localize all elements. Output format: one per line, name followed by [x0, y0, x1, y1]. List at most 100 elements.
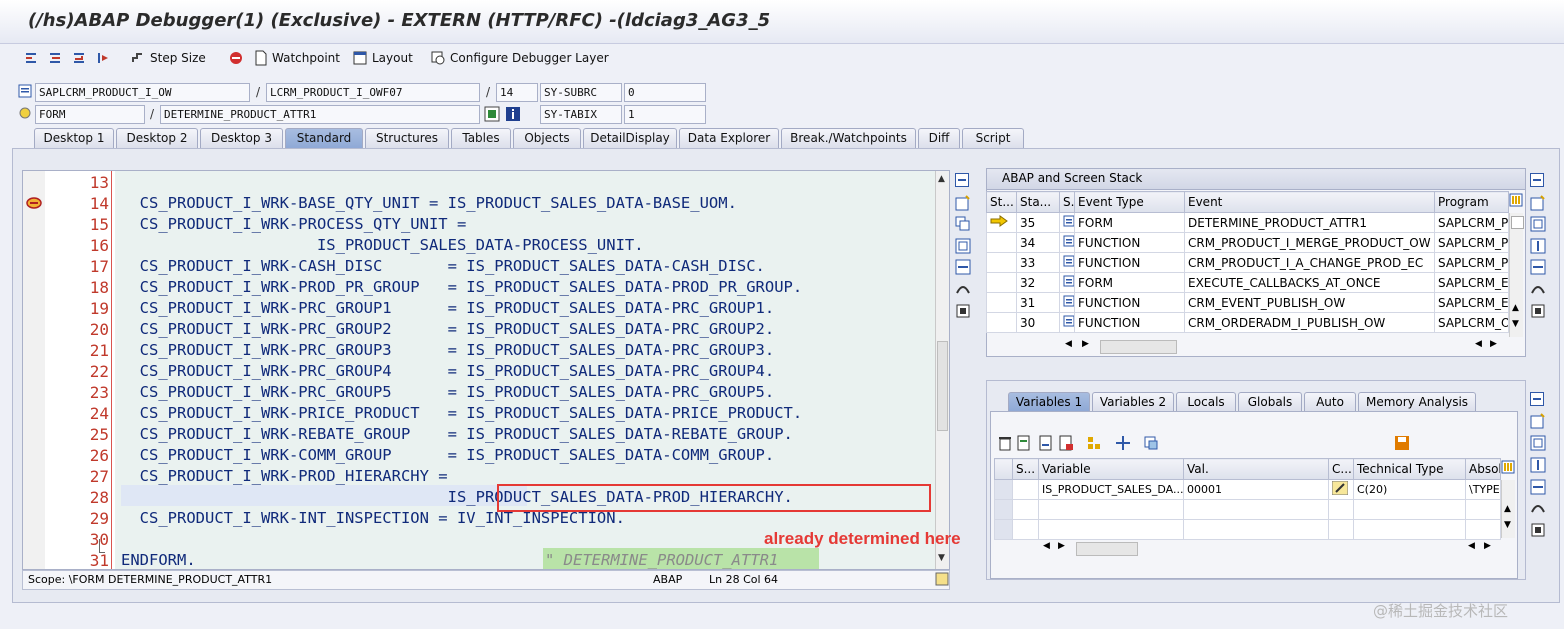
tab-script[interactable]: Script — [962, 128, 1024, 148]
swap-icon[interactable] — [1530, 259, 1546, 278]
stack-table[interactable]: St... Sta... S... Event Type Event Progr… — [986, 191, 1509, 333]
scroll-down-arrow[interactable]: ▼ — [1512, 319, 1519, 329]
variables-vertical-scrollbar[interactable]: ▲ ▼ — [1501, 480, 1515, 538]
table-row[interactable]: 34 FUNCTION CRM_PRODUCT_I_MERGE_PRODUCT_OW… — [986, 232, 1509, 253]
table-row[interactable]: 31 FUNCTION CRM_EVENT_PUBLISH_OW SAPLCRM_E — [986, 292, 1509, 313]
column-settings-icon[interactable] — [1509, 193, 1523, 210]
swap-icon[interactable] — [1530, 479, 1546, 498]
continue-icon[interactable] — [96, 48, 112, 68]
col-event-type[interactable]: Event Type — [1074, 191, 1185, 213]
close-icon[interactable] — [955, 173, 969, 187]
scroll-down-arrow[interactable]: ▼ — [1504, 520, 1511, 530]
scroll-up-arrow[interactable]: ▲ — [938, 174, 948, 186]
export-icon[interactable] — [1058, 435, 1074, 454]
swap-icon[interactable] — [955, 259, 971, 278]
cell-variable[interactable]: IS_PRODUCT_SALES_DA... — [1038, 479, 1184, 500]
col-s[interactable]: S... — [1012, 458, 1039, 480]
watchpoint-button[interactable]: Watchpoint — [254, 48, 340, 68]
navigate-icon[interactable] — [484, 106, 500, 125]
code-line[interactable]: CS_PRODUCT_I_WRK-PRC_GROUP1 = IS_PRODUCT… — [121, 299, 775, 317]
col-value[interactable]: Val. — [1183, 458, 1329, 480]
scroll-right-arrow[interactable]: ▶ — [1082, 339, 1089, 349]
row-selector[interactable] — [994, 479, 1013, 500]
col-change[interactable]: C... — [1328, 458, 1354, 480]
tab-desktop-1[interactable]: Desktop 1 — [34, 128, 114, 148]
bookmark-icon[interactable] — [935, 572, 949, 589]
tab-variables-1[interactable]: Variables 1 — [1008, 392, 1090, 411]
cell-value[interactable]: 00001 — [1183, 479, 1329, 500]
row-selector[interactable] — [994, 499, 1013, 520]
table-row[interactable] — [994, 499, 1501, 520]
step-size-button[interactable]: Step Size — [130, 48, 206, 68]
table-row[interactable]: 33 FUNCTION CRM_PRODUCT_I_A_CHANGE_PROD_EC… — [986, 252, 1509, 273]
new-tool-icon[interactable] — [1530, 195, 1546, 214]
layout-button[interactable]: Layout — [352, 48, 413, 68]
code-line[interactable]: CS_PRODUCT_I_WRK-PROCESS_QTY_UNIT = — [121, 215, 467, 233]
table-row[interactable]: 32 FORM EXECUTE_CALLBACKS_AT_ONCE SAPLCRM_E — [986, 272, 1509, 293]
code-line[interactable]: CS_PRODUCT_I_WRK-PRC_GROUP2 = IS_PRODUCT… — [121, 320, 775, 338]
close-icon[interactable] — [1530, 392, 1544, 406]
code-line[interactable]: CS_PRODUCT_I_WRK-PRC_GROUP3 = IS_PRODUCT… — [121, 341, 775, 359]
tab-auto[interactable]: Auto — [1304, 392, 1356, 411]
info-icon[interactable] — [505, 106, 521, 125]
delete-icon[interactable] — [997, 435, 1013, 454]
tab-break-watchpoints[interactable]: Break./Watchpoints — [781, 128, 916, 148]
settings-icon[interactable] — [1530, 522, 1546, 541]
scroll-left-arrow[interactable]: ◀ — [1065, 339, 1072, 349]
tab-standard[interactable]: Standard — [285, 128, 363, 148]
tab-data-explorer[interactable]: Data Explorer — [679, 128, 779, 148]
col-technical-type[interactable]: Technical Type — [1353, 458, 1466, 480]
scroll-left-arrow[interactable]: ◀ — [1468, 541, 1475, 551]
scroll-right-arrow[interactable]: ▶ — [1490, 339, 1497, 349]
scroll-left-arrow[interactable]: ◀ — [1475, 339, 1482, 349]
scroll-thumb[interactable] — [937, 341, 948, 431]
configure-debugger-layer-button[interactable]: Configure Debugger Layer — [430, 48, 609, 68]
event-type-field[interactable]: FORM — [35, 105, 145, 124]
empty-cell[interactable] — [1038, 499, 1184, 520]
maximize-icon[interactable] — [955, 238, 971, 257]
save-list-icon[interactable] — [1038, 435, 1054, 454]
line-field[interactable]: 14 — [496, 83, 538, 102]
scroll-thumb[interactable] — [1100, 340, 1177, 354]
tab-desktop-3[interactable]: Desktop 3 — [200, 128, 283, 148]
scroll-down-arrow[interactable]: ▼ — [938, 553, 948, 565]
edit-pencil-icon[interactable] — [1328, 479, 1354, 500]
tab-tables[interactable]: Tables — [451, 128, 511, 148]
code-line[interactable]: CS_PRODUCT_I_WRK-CASH_DISC = IS_PRODUCT_… — [121, 257, 765, 275]
col-absolute-type[interactable]: Absolu — [1465, 458, 1501, 480]
scroll-thumb[interactable] — [1511, 216, 1524, 229]
table-row[interactable] — [994, 519, 1501, 540]
execute-step-icon[interactable] — [48, 48, 64, 68]
stack-vertical-scrollbar[interactable]: ▲ ▼ — [1509, 213, 1524, 337]
table-row[interactable]: 35 FORM DETERMINE_PRODUCT_ATTR1 SAPLCRM_P — [986, 212, 1509, 233]
code-line[interactable]: CS_PRODUCT_I_WRK-COMM_GROUP = IS_PRODUCT… — [121, 446, 775, 464]
col-s[interactable]: S... — [1059, 191, 1075, 213]
scroll-left-arrow[interactable]: ◀ — [1043, 541, 1050, 551]
row-selector[interactable] — [994, 519, 1013, 540]
tab-desktop-2[interactable]: Desktop 2 — [116, 128, 198, 148]
table-row[interactable]: 30 FUNCTION CRM_ORDERADM_I_PUBLISH_OW SAPLC… — [986, 312, 1509, 333]
scroll-right-arrow[interactable]: ▶ — [1484, 541, 1491, 551]
code-line[interactable]: CS_PRODUCT_I_WRK-PROD_HIERARCHY = — [121, 467, 448, 485]
breakpoint-gutter[interactable] — [23, 171, 45, 569]
close-icon[interactable] — [1530, 173, 1544, 187]
services-icon[interactable] — [955, 281, 971, 300]
col-event[interactable]: Event — [1184, 191, 1435, 213]
import-icon[interactable] — [1016, 435, 1032, 454]
new-tool-icon[interactable] — [955, 195, 971, 214]
tree-icon[interactable] — [1086, 435, 1102, 454]
breakpoint-stop-icon[interactable] — [228, 48, 244, 68]
event-name[interactable]: CRM_PRODUCT_I_MERGE_PRODUCT_OW — [1184, 232, 1435, 253]
maximize-icon[interactable] — [1530, 216, 1546, 235]
transfer-icon[interactable] — [1143, 435, 1159, 454]
services-icon[interactable] — [1530, 500, 1546, 519]
maximize-icon[interactable] — [1530, 435, 1546, 454]
event-name[interactable]: CRM_EVENT_PUBLISH_OW — [1184, 292, 1435, 313]
event-name-field[interactable]: DETERMINE_PRODUCT_ATTR1 — [160, 105, 480, 124]
save-icon[interactable] — [1394, 435, 1410, 454]
column-settings-icon[interactable] — [1501, 460, 1515, 477]
stack-horizontal-scrollbar[interactable]: ◀ ▶ ◀ ▶ — [1060, 338, 1500, 354]
return-icon[interactable] — [72, 48, 88, 68]
fold-marker[interactable] — [99, 539, 105, 553]
single-step-icon[interactable] — [24, 48, 40, 68]
